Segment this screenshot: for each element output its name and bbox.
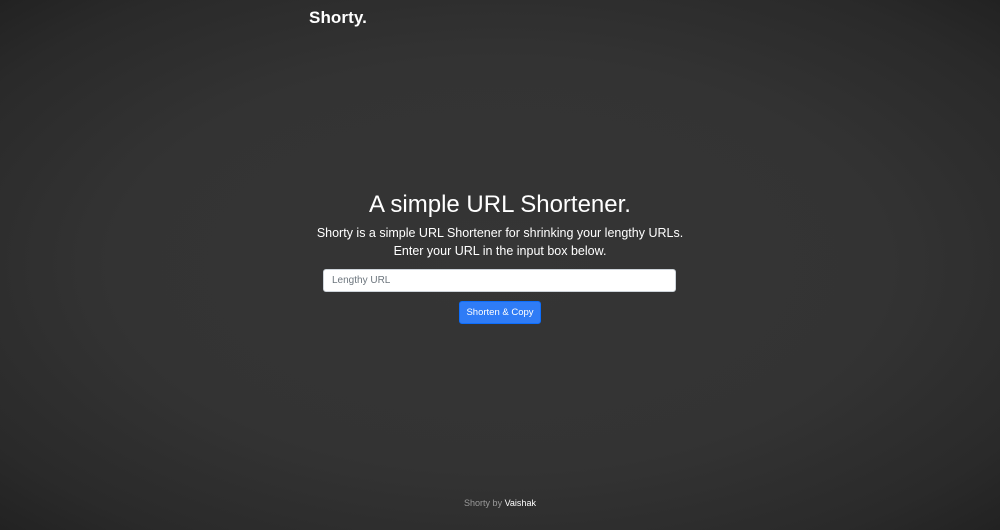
hero-description-line-2: Enter your URL in the input box below. [393, 244, 607, 258]
shorten-copy-button[interactable]: Shorten & Copy [459, 301, 541, 324]
page-title: A simple URL Shortener. [369, 191, 631, 218]
hero-description: Shorty is a simple URL Shortener for shr… [0, 224, 1000, 260]
footer-author-link[interactable]: Vaishak [505, 498, 536, 508]
lengthy-url-input[interactable] [323, 269, 676, 292]
brand-logo[interactable]: Shorty. [309, 8, 367, 28]
site-footer: Shorty by Vaishak [0, 498, 1000, 508]
hero-description-line-1: Shorty is a simple URL Shortener for shr… [316, 226, 684, 240]
footer-prefix: Shorty by [464, 498, 503, 508]
hero-section: A simple URL Shortener. Shorty is a simp… [0, 190, 1000, 260]
